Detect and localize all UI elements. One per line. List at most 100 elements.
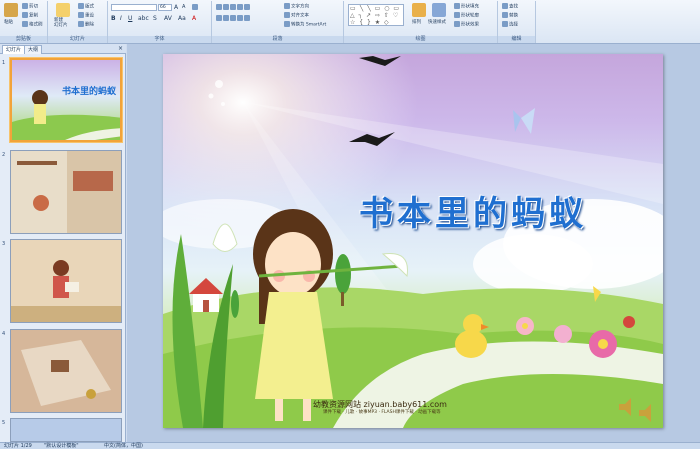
new-slide-icon [56, 3, 70, 17]
slides-group: 新建 幻灯片 版式 重设 删除 幻灯片 [48, 1, 108, 43]
font-color-button[interactable]: A [192, 15, 196, 22]
font-group-label: 字体 [108, 36, 211, 43]
shape-outline-button[interactable]: 形状轮廓 [454, 12, 479, 19]
paste-icon [4, 3, 18, 17]
editing-group-label: 编辑 [498, 36, 535, 43]
select-label: 选择 [509, 22, 518, 28]
delete-icon [78, 21, 84, 27]
replace-icon [502, 12, 508, 18]
shape-fill-label: 形状填充 [461, 4, 479, 10]
slide-number: 2 [2, 152, 6, 158]
font-name-field[interactable] [111, 4, 157, 11]
eraser-icon [192, 4, 198, 10]
shadow-button[interactable]: S [153, 15, 157, 22]
cut-label: 剪切 [29, 4, 38, 10]
line-spacing-icon [244, 4, 250, 10]
align-text-button[interactable]: 对齐文本 [284, 12, 309, 19]
delete-button[interactable]: 删除 [78, 21, 94, 28]
slide-title[interactable]: 书本里的蚂蚁 [359, 186, 587, 235]
align-buttons[interactable] [216, 15, 251, 22]
slide-thumbnail-5[interactable] [10, 418, 122, 442]
replace-button[interactable]: 替换 [502, 12, 518, 19]
align-left-icon [216, 15, 222, 21]
smartart-icon [284, 21, 290, 27]
slide-number: 1 [2, 60, 6, 66]
slide-thumbnail-3[interactable] [10, 239, 122, 323]
status-bar: 幻灯片 1/29 "默认设计模板" 中文(简体，中国) [0, 442, 700, 449]
char-spacing-button[interactable]: AV [164, 15, 172, 22]
bullets-icon [216, 4, 222, 10]
copy-icon [22, 12, 28, 18]
text-direction-button[interactable]: 文字方向 [284, 3, 309, 10]
copy-button[interactable]: 复制 [22, 12, 38, 19]
fill-bucket-icon [454, 3, 460, 9]
change-case-button[interactable]: Aa [178, 15, 186, 22]
language-indicator[interactable]: 中文(简体，中国) [104, 443, 143, 449]
slide-count: 幻灯片 1/29 [4, 443, 32, 449]
tab-outline[interactable]: 大纲 [24, 45, 43, 54]
italic-button[interactable]: I [120, 15, 122, 22]
slide-thumbnail-4[interactable] [10, 329, 122, 413]
cut-button[interactable]: 剪切 [22, 3, 38, 10]
close-panel-icon[interactable]: × [118, 45, 123, 52]
shape-fill-button[interactable]: 形状填充 [454, 3, 479, 10]
clear-format-button[interactable] [192, 4, 199, 11]
shape-outline-label: 形状轮廓 [461, 13, 479, 19]
arrange-button[interactable]: 排列 [412, 19, 421, 25]
shrink-font-button[interactable]: A [182, 4, 185, 10]
quick-styles-icon [432, 3, 446, 17]
pen-icon [454, 12, 460, 18]
outdent-icon [237, 4, 243, 10]
panel-tabs: 幻灯片 大纲 × [0, 44, 126, 54]
effects-icon [454, 21, 460, 27]
reset-icon [78, 12, 84, 18]
slide-thumbnail-2[interactable] [10, 150, 122, 234]
layout-button[interactable]: 版式 [78, 3, 94, 10]
select-button[interactable]: 选择 [502, 21, 518, 28]
text-direction-label: 文字方向 [291, 4, 309, 10]
layout-label: 版式 [85, 4, 94, 10]
text-direction-icon [284, 3, 290, 9]
quick-styles-button[interactable]: 快速样式 [428, 19, 446, 25]
paste-button[interactable]: 粘贴 [4, 19, 13, 25]
shape-effects-button[interactable]: 形状效果 [454, 21, 479, 28]
editing-group: 查找 替换 选择 编辑 [498, 1, 536, 43]
theme-name: "默认设计模板" [44, 443, 79, 449]
font-group: 66 A A B I U abc S AV Aa A 字体 [108, 1, 212, 43]
align-right-icon [230, 15, 236, 21]
slide-thumbnail-1[interactable]: 书本里的蚂蚁 [9, 57, 123, 143]
slide-number: 5 [2, 420, 6, 426]
slide-footer-subtext: 课件下载 · 儿歌 · 故事MP3 · FLASH课件下载 · 动画下载等 [323, 410, 441, 415]
new-slide-button[interactable]: 新建 幻灯片 [54, 18, 68, 28]
select-icon [502, 21, 508, 27]
reset-button[interactable]: 重设 [78, 12, 94, 19]
slide-canvas[interactable]: 书本里的蚂蚁 幼教资源网站 ziyuan.baby611.com 课件下载 · … [163, 54, 663, 428]
paragraph-group: 文字方向 对齐文本 转换为 SmartArt 段落 [212, 1, 344, 43]
thumbnail-3-art [11, 240, 121, 322]
replace-label: 替换 [509, 13, 518, 19]
clipboard-group: 粘贴 剪切 复制 格式刷 剪贴板 [0, 1, 48, 43]
font-size-field[interactable]: 66 [158, 4, 172, 11]
format-painter-button[interactable]: 格式刷 [22, 21, 43, 28]
clipboard-group-label: 剪贴板 [0, 36, 47, 43]
drawing-group-label: 绘图 [344, 36, 497, 43]
shapes-gallery[interactable]: ▭ ╲ ╲ ▭ ○ ▭ △ ┐ ↗ ⇨ ⇧ ♡ ☆ { } ★ ◇ [348, 4, 404, 26]
align-text-icon [284, 12, 290, 18]
bold-button[interactable]: B [111, 15, 116, 22]
convert-smartart-button[interactable]: 转换为 SmartArt [284, 21, 326, 28]
underline-button[interactable]: U [128, 15, 132, 22]
find-label: 查找 [509, 4, 518, 10]
tab-slides[interactable]: 幻灯片 [2, 45, 26, 54]
thumbnail-4-art [11, 330, 121, 412]
columns-icon [244, 15, 250, 21]
grow-font-button[interactable]: A [174, 4, 178, 11]
layout-icon [78, 3, 84, 9]
shape-effects-label: 形状效果 [461, 22, 479, 28]
ribbon: 粘贴 剪切 复制 格式刷 剪贴板 新建 幻灯片 版式 重设 删除 幻灯片 66 … [0, 0, 700, 44]
bullets-button[interactable] [216, 4, 251, 11]
find-button[interactable]: 查找 [502, 3, 518, 10]
strikethrough-button[interactable]: abc [138, 15, 149, 22]
convert-smartart-label: 转换为 SmartArt [291, 22, 327, 28]
scissors-icon [22, 3, 28, 9]
reset-label: 重设 [85, 13, 94, 19]
